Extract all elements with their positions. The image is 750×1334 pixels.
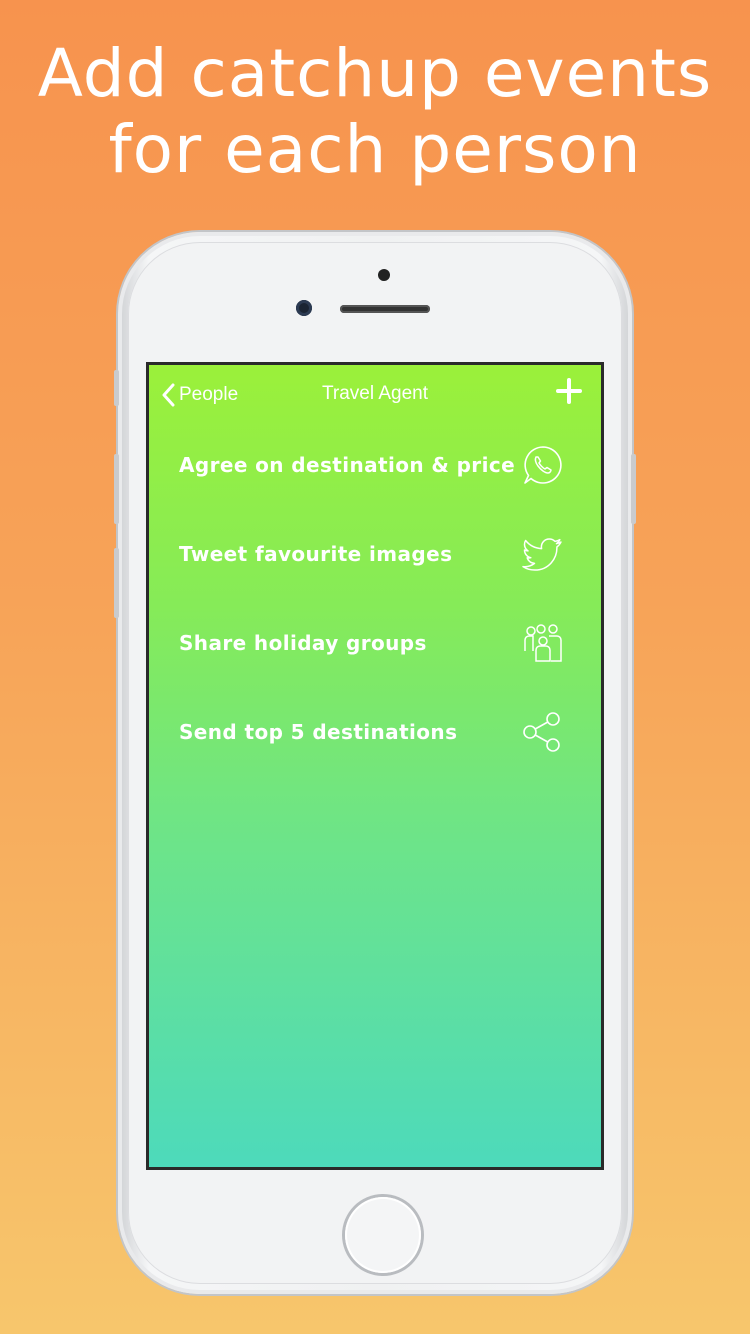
mute-switch <box>114 370 119 406</box>
volume-up-button <box>114 454 119 524</box>
whatsapp-icon <box>524 446 562 484</box>
headline: Add catchup events for each person <box>0 36 750 188</box>
power-button <box>631 454 636 524</box>
page-title: Travel Agent <box>322 383 428 404</box>
event-row-send-destinations[interactable]: Send top 5 destinations <box>149 692 601 781</box>
share-icon <box>523 712 560 752</box>
event-label: Send top 5 destinations <box>179 720 458 744</box>
app-screen: People Travel Agent Agree on destination… <box>146 362 604 1170</box>
proximity-sensor <box>378 269 390 281</box>
event-row-agree-destination[interactable]: Agree on destination & price <box>149 425 601 514</box>
event-list: Agree on destination & price Tweet favou… <box>149 425 601 781</box>
home-button[interactable] <box>345 1197 421 1273</box>
event-label: Tweet favourite images <box>179 542 453 566</box>
headline-line-2: for each person <box>108 111 642 188</box>
group-icon <box>524 624 562 662</box>
headline-line-1: Add catchup events <box>37 35 713 112</box>
plus-icon[interactable] <box>555 377 583 405</box>
event-label: Agree on destination & price <box>179 453 516 477</box>
volume-down-button <box>114 548 119 618</box>
event-row-tweet-images[interactable]: Tweet favourite images <box>149 514 601 603</box>
earpiece-speaker <box>340 305 430 313</box>
event-label: Share holiday groups <box>179 631 427 655</box>
event-row-share-groups[interactable]: Share holiday groups <box>149 603 601 692</box>
navigation-bar: People Travel Agent <box>149 365 601 425</box>
twitter-icon <box>522 538 562 571</box>
front-camera <box>296 300 312 316</box>
